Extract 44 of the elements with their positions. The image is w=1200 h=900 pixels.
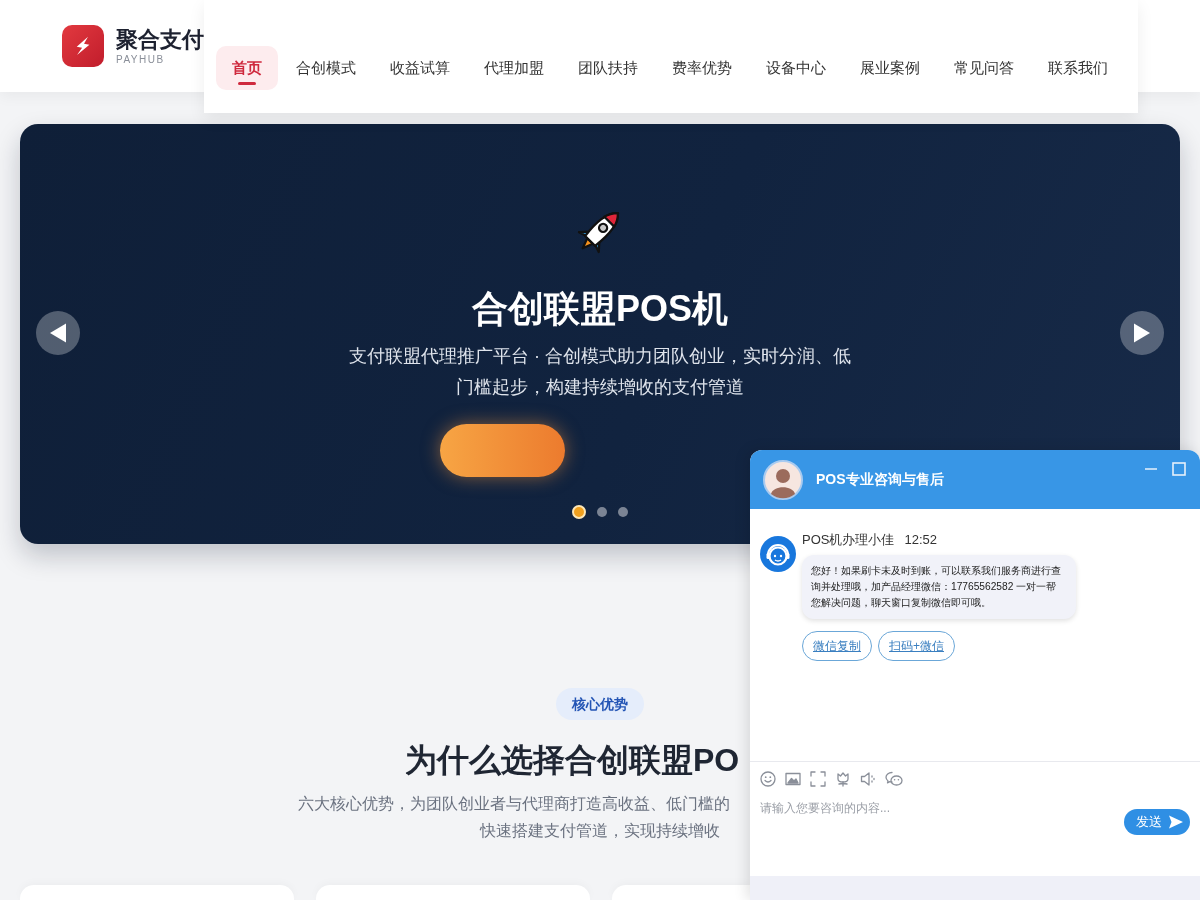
message-input[interactable]: 请输入您要咨询的内容... xyxy=(760,797,1124,819)
avatar-icon xyxy=(763,459,803,500)
quick-reply-button[interactable]: 微信复制 xyxy=(802,631,872,661)
nav-tab[interactable]: 联系我们 xyxy=(1032,46,1124,90)
nav-tab[interactable]: 代理加盟 xyxy=(468,46,560,90)
slide-dot[interactable] xyxy=(572,505,586,519)
fullscreen-icon[interactable] xyxy=(810,771,826,787)
nav-tab[interactable]: 团队扶持 xyxy=(562,46,654,90)
smiley-icon[interactable] xyxy=(760,771,776,787)
message-time: 12:52 xyxy=(904,531,937,549)
section-subtitle: 六大核心优势，为团队创业者与代理商打造高收益、低门槛的 xyxy=(298,793,730,814)
cta-button[interactable] xyxy=(440,424,565,477)
previous-button[interactable] xyxy=(36,311,80,355)
speaker-icon[interactable] xyxy=(860,771,876,787)
logo-icon[interactable] xyxy=(62,25,104,67)
flower-icon[interactable] xyxy=(835,771,851,787)
section-badge: 核心优势 xyxy=(556,688,644,720)
send-icon xyxy=(1168,814,1184,830)
nav-tab[interactable]: 设备中心 xyxy=(750,46,842,90)
next-button[interactable] xyxy=(1120,311,1164,355)
triangle-left-icon xyxy=(49,323,67,343)
sender-name: POS机办理小佳 xyxy=(802,531,895,549)
hero-subtitle: 支付联盟代理推广平台 · 合创模式助力团队创业，实时分润、低门槛起步，构建持续增收的支付管道 xyxy=(348,345,852,399)
chat-title: POS专业咨询与售后 xyxy=(816,470,944,489)
quick-reply-button[interactable]: 扫码+微信 xyxy=(878,631,955,661)
triangle-right-icon xyxy=(1133,323,1151,343)
chat-bubbles-icon[interactable] xyxy=(885,771,903,787)
section-subtitle: 快速搭建支付管道，实现持续增收 xyxy=(480,820,720,841)
hero-title: 合创联盟POS机 xyxy=(472,287,728,331)
nav-tab[interactable]: 费率优势 xyxy=(656,46,748,90)
nav-tab[interactable]: 收益试算 xyxy=(374,46,466,90)
slide-dot[interactable] xyxy=(618,507,628,517)
image-icon[interactable] xyxy=(785,771,801,787)
nav-tab[interactable]: 常见问答 xyxy=(938,46,1030,90)
maximize-icon[interactable] xyxy=(1172,462,1186,476)
nav-tab[interactable]: 合创模式 xyxy=(280,46,372,90)
nav-tab[interactable]: 展业案例 xyxy=(844,46,936,90)
slide-dot[interactable] xyxy=(597,507,607,517)
message-bubble: 您好！如果刷卡未及时到账，可以联系我们服务商进行查询并处理哦，加产品经理微信：17765562582 一对一帮您解决问题，聊天窗口复制微信即可哦。 xyxy=(802,555,1076,619)
agent-avatar-icon xyxy=(760,536,796,572)
section-heading: 为什么选择合创联盟PO xyxy=(405,741,740,780)
brand-tagline: PAYHUB xyxy=(116,53,165,66)
brand-name: 聚合支付 xyxy=(116,26,204,53)
nav-tab[interactable]: 首页 xyxy=(216,46,278,90)
